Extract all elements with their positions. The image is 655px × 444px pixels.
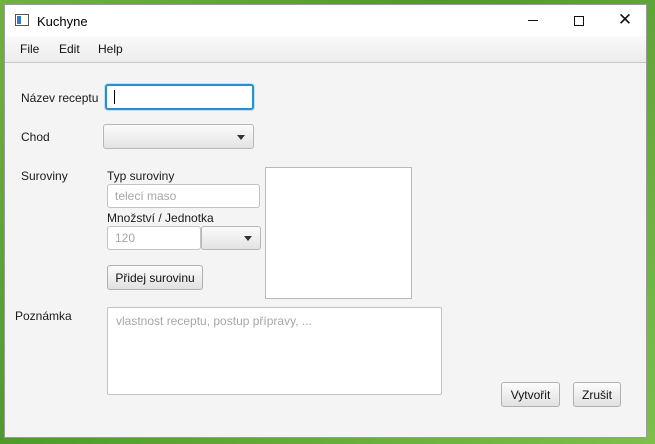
close-icon: ✕	[617, 10, 633, 30]
chevron-down-icon	[237, 135, 245, 140]
menu-bar: File Edit Help	[5, 36, 646, 63]
app-window: Kuchyne ✕ File Edit Help Název receptu C…	[4, 4, 647, 438]
minimize-button[interactable]	[510, 5, 556, 36]
ingredient-type-input[interactable]: telecí maso	[107, 184, 260, 208]
text-caret	[114, 90, 115, 104]
cancel-button[interactable]: Zrušit	[573, 382, 621, 407]
recipe-name-label: Název receptu	[21, 91, 99, 105]
course-select[interactable]	[103, 124, 254, 149]
minimize-icon	[528, 20, 538, 21]
amount-unit-label: Množství / Jednotka	[107, 211, 214, 225]
window-title: Kuchyne	[37, 14, 88, 29]
course-label: Chod	[21, 130, 50, 144]
note-label: Poznámka	[15, 309, 72, 323]
title-bar: Kuchyne ✕	[5, 5, 646, 36]
ingredient-type-label: Typ suroviny	[107, 169, 175, 183]
ingredients-label: Suroviny	[21, 169, 68, 183]
note-textarea[interactable]: vlastnost receptu, postup přípravy, ...	[107, 307, 442, 395]
create-button[interactable]: Vytvořit	[501, 382, 560, 407]
ingredients-list[interactable]	[265, 167, 412, 299]
amount-input[interactable]: 120	[107, 226, 201, 250]
maximize-icon	[574, 15, 584, 26]
app-icon	[15, 14, 29, 26]
chevron-down-icon	[244, 236, 252, 241]
menu-help[interactable]: Help	[98, 42, 123, 56]
recipe-name-input[interactable]	[105, 84, 254, 110]
unit-select[interactable]	[201, 226, 261, 250]
menu-edit[interactable]: Edit	[59, 42, 80, 56]
close-button[interactable]: ✕	[602, 5, 648, 36]
maximize-button[interactable]	[556, 5, 602, 36]
add-ingredient-button[interactable]: Přidej surovinu	[107, 265, 203, 290]
menu-file[interactable]: File	[20, 42, 39, 56]
